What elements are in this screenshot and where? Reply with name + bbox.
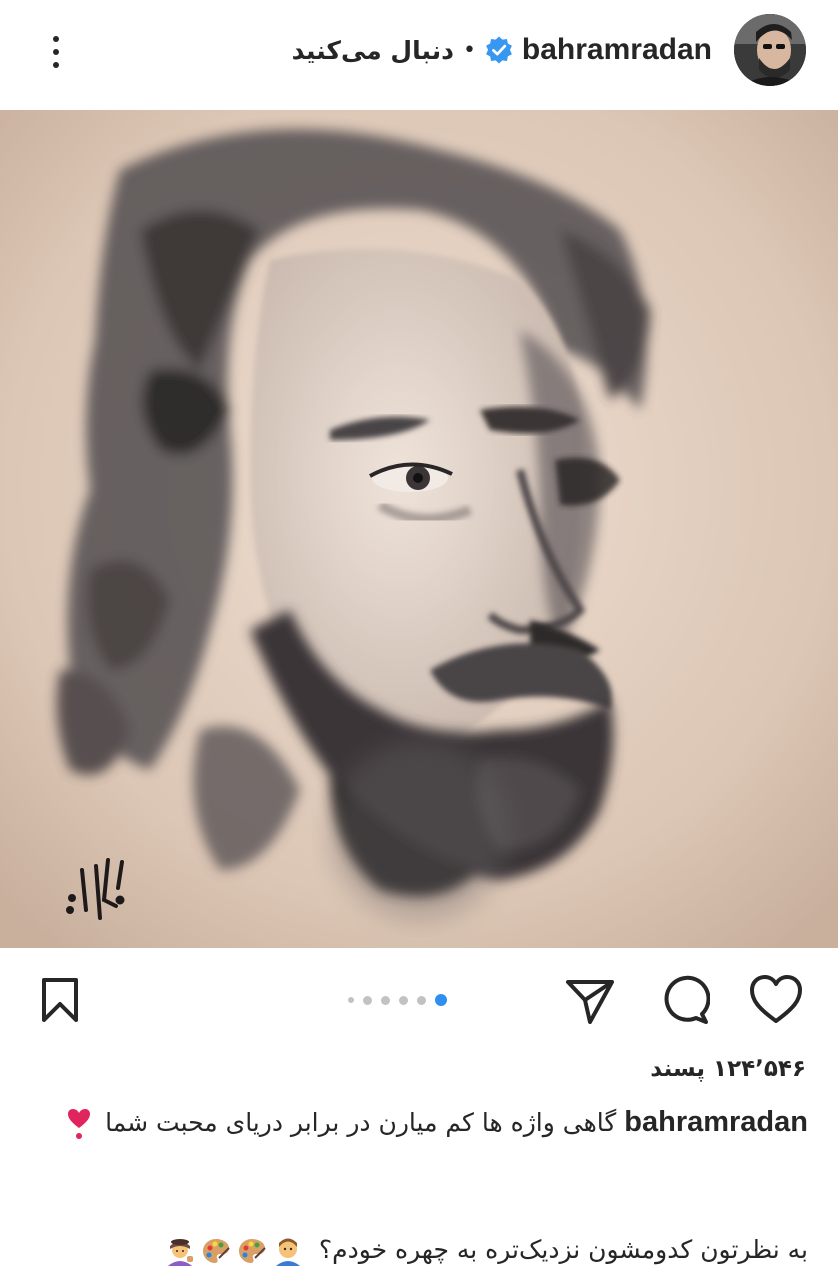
carousel-indicator [348, 994, 447, 1006]
comment-icon [664, 975, 710, 1024]
send-icon [566, 980, 614, 1024]
carousel-dot [399, 995, 408, 1005]
verified-badge-icon [486, 36, 512, 64]
caption-question: به نظرتون کدومشون نزدیک‌تره به چهره خودم… [30, 1230, 808, 1270]
palette-emoji [238, 1239, 266, 1263]
artist-emoji [167, 1239, 193, 1266]
share-button[interactable] [562, 972, 618, 1028]
heart-icon [750, 975, 802, 1023]
more-dot [53, 62, 59, 68]
following-button[interactable]: دنبال می‌کنید [292, 36, 454, 65]
more-dot [53, 49, 59, 55]
portrait-painting [0, 110, 838, 948]
palette-emoji [202, 1239, 230, 1263]
caption-username[interactable]: bahramradan [624, 1106, 808, 1138]
header-username[interactable]: bahramradan [522, 33, 712, 67]
post-caption: bahramradan گاهی واژه ها کم میارن در برا… [60, 1100, 808, 1145]
save-button[interactable] [32, 972, 88, 1028]
avatar-photo [734, 14, 806, 86]
header-separator: • [462, 37, 476, 63]
header-user-row: دنبال می‌کنید • bahramradan [292, 28, 712, 72]
avatar[interactable] [734, 14, 806, 86]
more-options-button[interactable] [36, 26, 76, 78]
comment-button[interactable] [656, 972, 712, 1028]
likes-count[interactable]: ۱۲۴٬۵۴۶ پسند [650, 1056, 806, 1082]
bookmark-icon [42, 978, 78, 1022]
carousel-dot [363, 995, 372, 1005]
carousel-dot [381, 995, 390, 1005]
more-dot [53, 36, 59, 42]
man-emoji [275, 1238, 300, 1266]
post-image[interactable] [0, 110, 838, 948]
carousel-dot-active [435, 994, 447, 1006]
red-heart-exclamation-icon [68, 1109, 91, 1139]
emoji-row [165, 1236, 303, 1266]
like-button[interactable] [748, 972, 804, 1028]
action-bar [0, 958, 838, 1044]
post-header: دنبال می‌کنید • bahramradan [0, 0, 838, 108]
caption-text: گاهی واژه ها کم میارن در برابر دریای محب… [105, 1108, 617, 1137]
carousel-dot [348, 997, 354, 1003]
question-text: به نظرتون کدومشون نزدیک‌تره به چهره خودم… [318, 1235, 808, 1264]
carousel-dot [417, 995, 426, 1005]
